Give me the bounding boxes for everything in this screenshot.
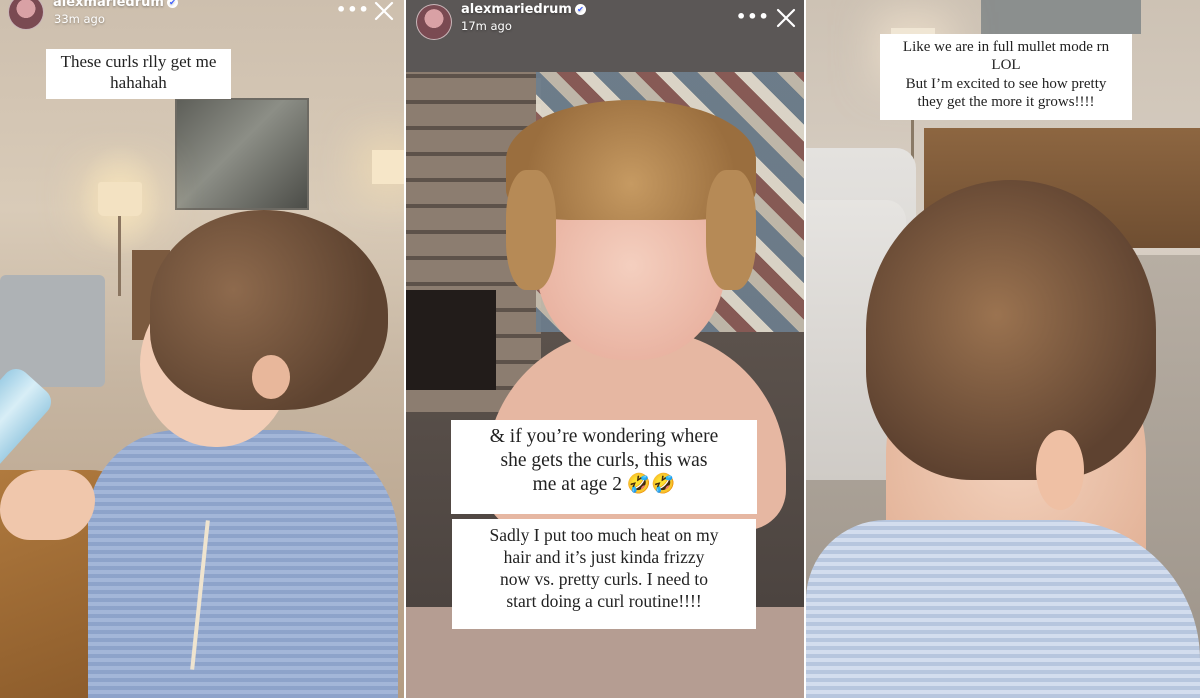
caption-line: hahahah: [110, 72, 167, 92]
wall-art: [981, 0, 1141, 34]
baby-dress: [88, 430, 398, 698]
caption-line: now vs. pretty curls. I need to: [499, 569, 708, 590]
caption-line: hair and it’s just kinda frizzy: [503, 547, 705, 568]
story-panel-1[interactable]: alexmariedrum ✔ 33m ago ••• These curls r…: [0, 0, 404, 698]
caption-line: Sadly I put too much heat on my: [489, 525, 719, 545]
caption-line: But I’m excited to see how pretty: [905, 75, 1107, 92]
baby-ear: [252, 355, 290, 399]
story-panel-2[interactable]: alexmariedrum ✔ 17m ago ••• & if you’re w…: [406, 0, 804, 698]
close-icon[interactable]: [775, 7, 797, 29]
story-panel-3[interactable]: Like we are in full mullet mode rn LOL B…: [806, 0, 1200, 698]
baby-hair: [866, 180, 1156, 480]
caption-line: start doing a curl routine!!!!: [506, 591, 702, 612]
caption-line: she gets the curls, this was: [500, 449, 708, 471]
username[interactable]: alexmariedrum ✔: [461, 2, 586, 17]
caption-text: Like we are in full mullet mode rn LOL B…: [880, 34, 1132, 120]
child-curls-right: [706, 170, 756, 290]
baby-ear: [1036, 430, 1084, 510]
lamp-shade-right: [372, 150, 404, 184]
more-options-icon[interactable]: •••: [336, 0, 370, 19]
timestamp: 17m ago: [461, 19, 512, 33]
child-curls-left: [506, 170, 556, 290]
close-icon[interactable]: [373, 0, 395, 22]
caption-text-1: & if you’re wondering where she gets the…: [451, 420, 757, 514]
caption-line: LOL: [991, 57, 1021, 74]
caption-text-2: Sadly I put too much heat on my hair and…: [452, 519, 756, 629]
username[interactable]: alexmariedrum ✔: [53, 0, 178, 10]
baby-dress: [806, 520, 1200, 698]
verified-badge-icon: ✔: [166, 0, 178, 8]
baby-hand: [0, 470, 95, 540]
caption-line: These curls rlly get me: [60, 52, 217, 71]
lamp-pole: [118, 216, 121, 296]
profile-avatar[interactable]: [416, 4, 452, 40]
fireplace: [406, 290, 496, 390]
caption-text: These curls rlly get me hahahah: [46, 49, 231, 99]
lamp-shade: [98, 182, 142, 216]
verified-badge-icon: ✔: [574, 4, 586, 15]
caption-line: me at age 2 🤣🤣: [532, 473, 676, 495]
caption-line: they get the more it grows!!!!: [917, 93, 1095, 110]
wall-painting: [175, 98, 309, 210]
caption-line: Like we are in full mullet mode rn: [902, 39, 1110, 55]
more-options-icon[interactable]: •••: [736, 7, 770, 26]
profile-avatar[interactable]: [8, 0, 44, 30]
timestamp: 33m ago: [54, 12, 105, 26]
caption-line: & if you’re wondering where: [489, 426, 719, 447]
story-header: alexmariedrum ✔ 17m ago •••: [406, 0, 804, 40]
story-header: alexmariedrum ✔ 33m ago •••: [0, 0, 404, 40]
